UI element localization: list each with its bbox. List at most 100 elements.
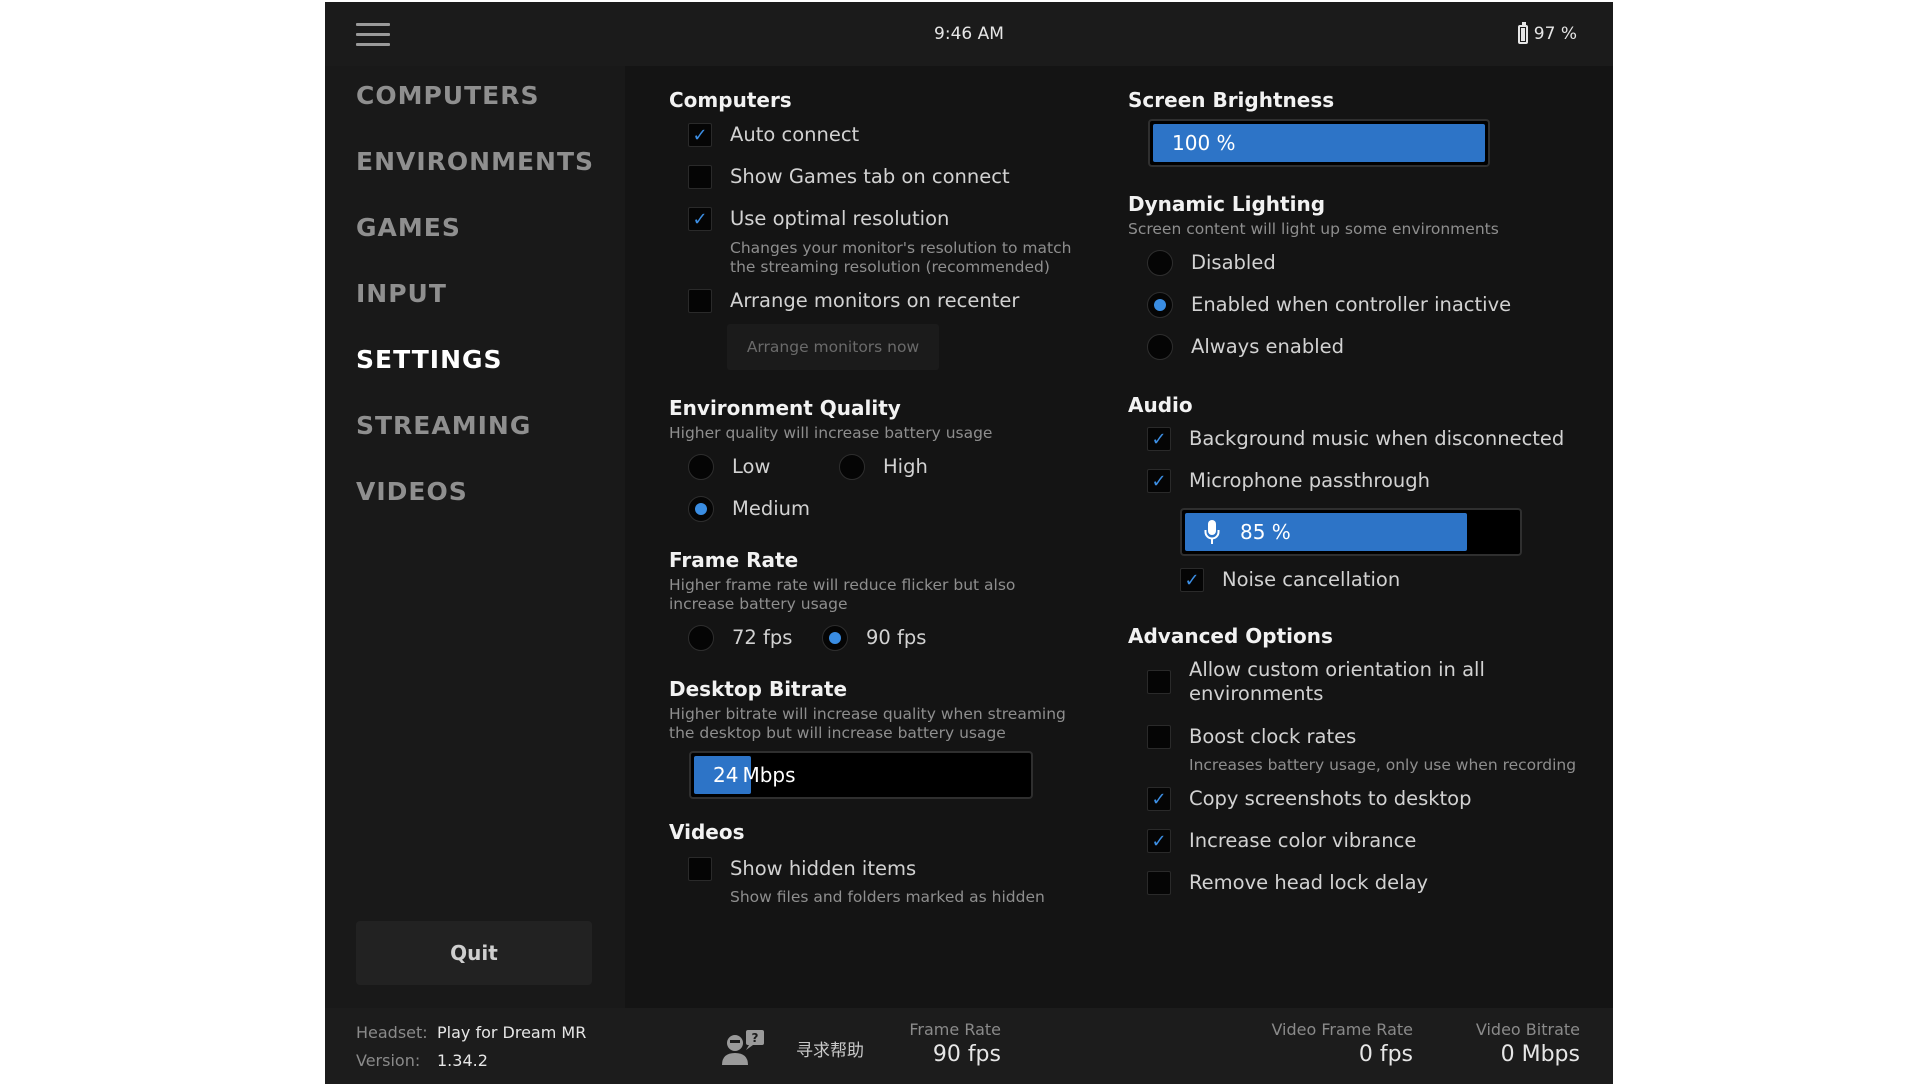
sidebar-item-games[interactable]: GAMES [356,213,461,242]
show-games-tab-checkbox[interactable] [688,165,712,189]
sidebar-item-videos[interactable]: VIDEOS [356,477,468,506]
optimal-resolution-desc-2: the streaming resolution (recommended) [730,258,1050,276]
show-games-tab-label: Show Games tab on connect [730,165,1010,188]
desktop-bitrate-desc-1: Higher bitrate will increase quality whe… [669,705,1066,723]
optimal-resolution-label: Use optimal resolution [730,207,950,230]
arrange-monitors-option[interactable]: Arrange monitors on recenter [688,289,1019,313]
fps-90-radio[interactable] [822,625,848,651]
sidebar-item-computers[interactable]: COMPUTERS [356,81,540,110]
frame-rate-stat: Frame Rate 90 fps [909,1020,1001,1067]
quality-high-option[interactable]: High [839,454,928,480]
frame-rate-desc-1: Higher frame rate will reduce flicker bu… [669,576,1016,594]
video-bitrate-stat: Video Bitrate 0 Mbps [1476,1020,1580,1067]
mic-passthrough-checkbox[interactable]: ✓ [1147,469,1171,493]
show-hidden-desc: Show files and folders marked as hidden [730,888,1045,906]
headset-label: Headset: [356,1023,428,1042]
audio-title: Audio [1128,393,1193,417]
arrange-monitors-now-button[interactable]: Arrange monitors now [727,324,939,370]
lighting-enabled-inactive-radio[interactable] [1147,292,1173,318]
quality-low-option[interactable]: Low [688,454,771,480]
clock: 9:46 AM [934,24,1004,44]
show-hidden-checkbox[interactable] [688,857,712,881]
boost-clock-label: Boost clock rates [1189,725,1357,748]
frame-rate-stat-label: Frame Rate [909,1020,1001,1039]
background-music-checkbox[interactable]: ✓ [1147,427,1171,451]
custom-orientation-option[interactable]: Allow custom orientation in all environm… [1147,658,1485,706]
video-frame-rate-stat-label: Video Frame Rate [1271,1020,1413,1039]
help-label: 寻求帮助 [796,1040,864,1061]
quality-high-radio[interactable] [839,454,865,480]
head-lock-delay-option[interactable]: Remove head lock delay [1147,871,1428,895]
copy-screenshots-checkbox[interactable]: ✓ [1147,787,1171,811]
quit-button[interactable]: Quit [356,921,592,985]
optimal-resolution-option[interactable]: ✓ Use optimal resolution [688,207,949,231]
video-bitrate-stat-value: 0 Mbps [1500,1042,1580,1067]
lighting-enabled-inactive-label: Enabled when controller inactive [1191,293,1512,316]
arrange-monitors-checkbox[interactable] [688,289,712,313]
desktop-bitrate-slider[interactable]: 24 Mbps [689,751,1033,799]
show-hidden-option[interactable]: Show hidden items [688,857,916,881]
sidebar: COMPUTERS ENVIRONMENTS GAMES INPUT SETTI… [325,66,625,1008]
sidebar-item-input[interactable]: INPUT [356,279,447,308]
fps-72-radio[interactable] [688,625,714,651]
mic-passthrough-option[interactable]: ✓ Microphone passthrough [1147,469,1430,493]
quality-medium-label: Medium [732,497,810,520]
background-music-option[interactable]: ✓ Background music when disconnected [1147,427,1564,451]
quality-medium-option[interactable]: Medium [688,496,810,522]
noise-cancellation-option[interactable]: ✓ Noise cancellation [1180,568,1400,592]
lighting-always-option[interactable]: Always enabled [1147,334,1344,360]
optimal-resolution-desc-1: Changes your monitor's resolution to mat… [730,239,1072,257]
fps-90-option[interactable]: 90 fps [822,625,926,651]
auto-connect-option[interactable]: ✓ Auto connect [688,123,859,147]
screen-brightness-slider[interactable]: 100 % [1148,119,1490,167]
lighting-disabled-option[interactable]: Disabled [1147,250,1276,276]
lighting-always-radio[interactable] [1147,334,1173,360]
fps-72-option[interactable]: 72 fps [688,625,793,651]
optimal-resolution-checkbox[interactable]: ✓ [688,207,712,231]
microphone-icon [1204,520,1220,544]
version-label: Version: [356,1051,421,1070]
custom-orientation-label-line-1: Allow custom orientation in all [1189,658,1485,681]
custom-orientation-checkbox[interactable] [1147,670,1171,694]
desktop-bitrate-desc-2: the desktop but will increase battery us… [669,724,1006,742]
advanced-options-title: Advanced Options [1128,624,1333,648]
video-bitrate-stat-label: Video Bitrate [1475,1020,1580,1039]
show-hidden-label: Show hidden items [730,857,917,880]
mic-level-slider[interactable]: 85 % [1180,508,1522,556]
sidebar-item-settings[interactable]: SETTINGS [356,345,503,374]
desktop-bitrate-readout: 24 Mbps [713,753,796,797]
headset-value: Play for Dream MR [437,1023,587,1042]
mic-passthrough-label: Microphone passthrough [1189,469,1430,492]
lighting-disabled-radio[interactable] [1147,250,1173,276]
videos-title: Videos [669,820,745,844]
computers-title: Computers [669,88,792,112]
background-music-label: Background music when disconnected [1189,427,1565,450]
battery-level: 97 % [1533,24,1577,44]
help-button[interactable]: ? 寻求帮助 [720,1029,864,1067]
noise-cancellation-checkbox[interactable]: ✓ [1180,568,1204,592]
boost-clock-checkbox[interactable] [1147,725,1171,749]
boost-clock-option[interactable]: Boost clock rates [1147,725,1356,749]
color-vibrance-option[interactable]: ✓ Increase color vibrance [1147,829,1416,853]
app-window: 9:46 AM 97 % COMPUTERS ENVIRONMENTS GAME… [325,2,1613,1084]
mic-level-readout: 85 % [1204,510,1291,554]
copy-screenshots-option[interactable]: ✓ Copy screenshots to desktop [1147,787,1472,811]
lighting-enabled-inactive-option[interactable]: Enabled when controller inactive [1147,292,1512,318]
boost-clock-desc: Increases battery usage, only use when r… [1189,756,1577,774]
quality-medium-radio[interactable] [688,496,714,522]
footer-status-bar: Headset: Play for Dream MR Version: 1.34… [325,1008,1613,1084]
dynamic-lighting-desc: Screen content will light up some enviro… [1128,220,1499,238]
head-lock-delay-checkbox[interactable] [1147,871,1171,895]
quality-low-label: Low [732,455,771,478]
color-vibrance-checkbox[interactable]: ✓ [1147,829,1171,853]
fps-72-label: 72 fps [732,626,793,649]
auto-connect-checkbox[interactable]: ✓ [688,123,712,147]
video-frame-rate-stat-value: 0 fps [1358,1042,1413,1067]
sidebar-item-environments[interactable]: ENVIRONMENTS [356,147,594,176]
lighting-disabled-label: Disabled [1191,251,1276,274]
sidebar-item-streaming[interactable]: STREAMING [356,411,531,440]
quality-low-radio[interactable] [688,454,714,480]
copy-screenshots-label: Copy screenshots to desktop [1189,787,1472,810]
battery-icon [1517,21,1528,44]
show-games-tab-option[interactable]: Show Games tab on connect [688,165,1010,189]
